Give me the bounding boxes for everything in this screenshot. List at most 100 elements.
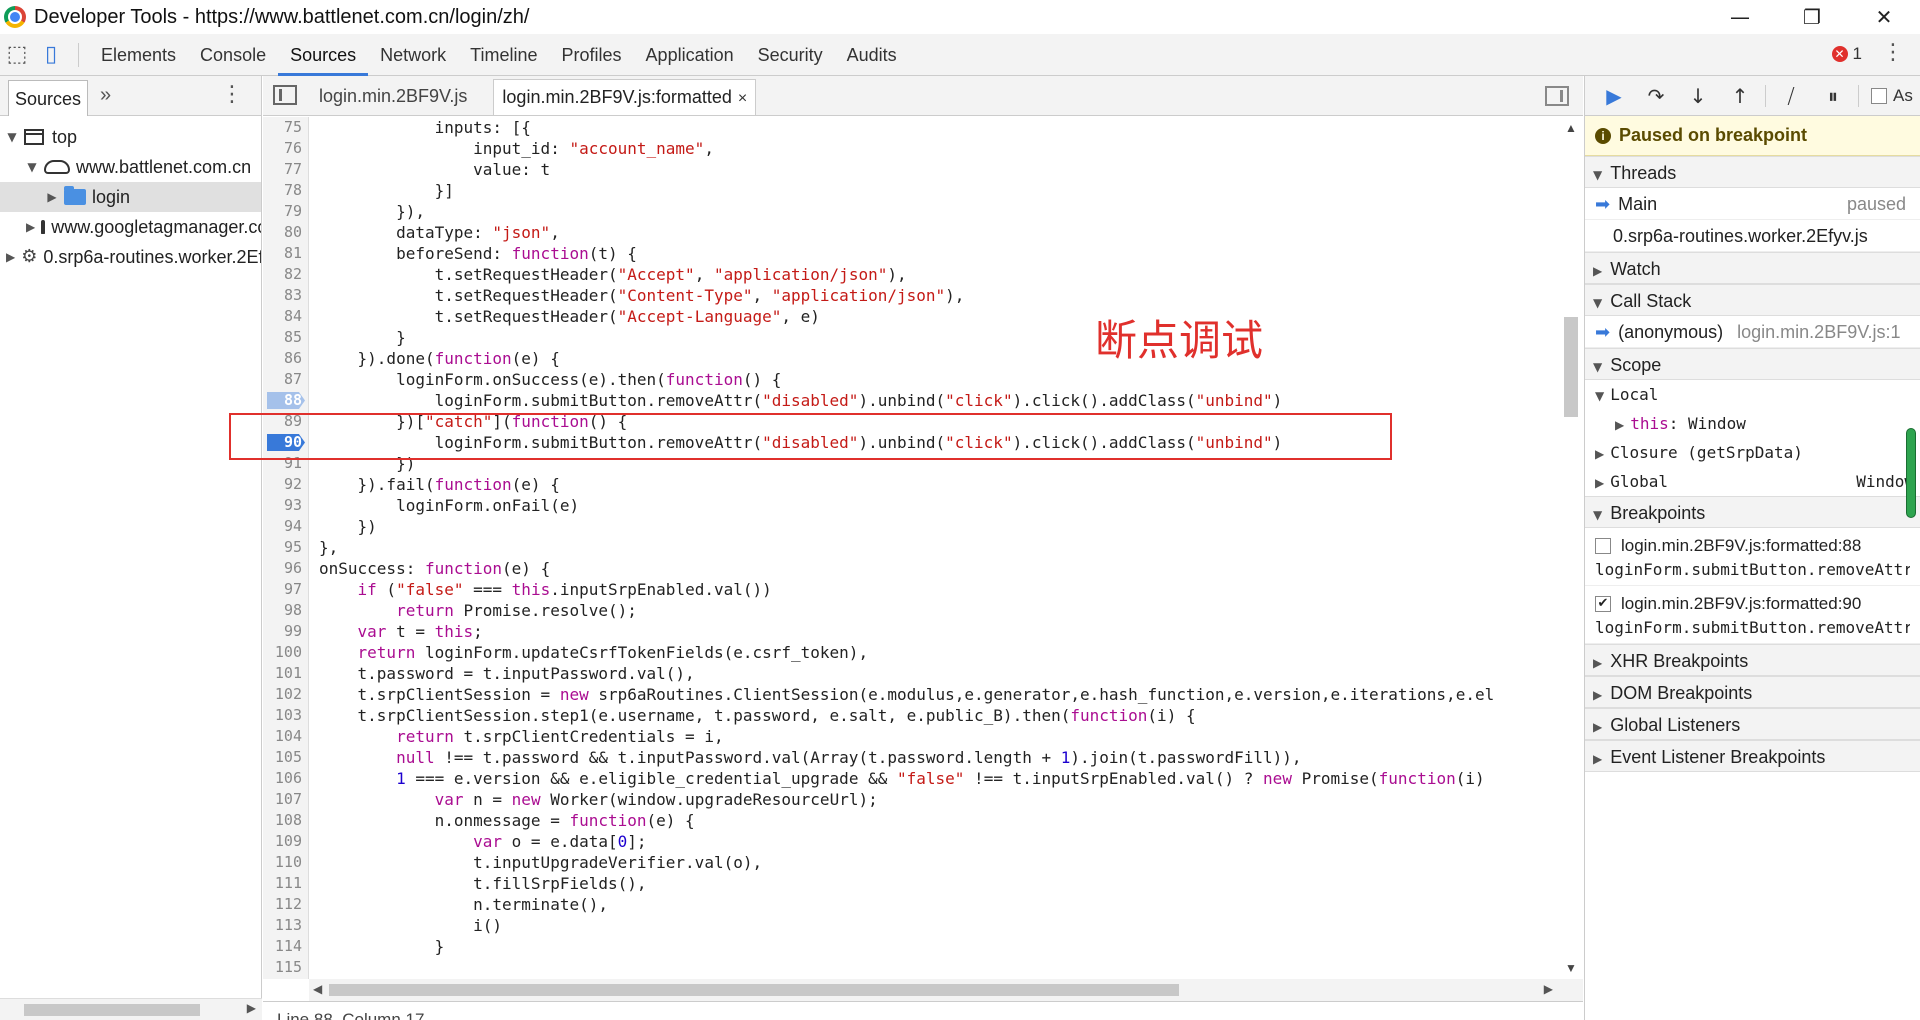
- expanded-triangle-icon[interactable]: ▼: [26, 152, 38, 182]
- code-line[interactable]: 104 return t.srpClientCredentials = i,: [263, 726, 1559, 747]
- code-line[interactable]: 114 }: [263, 936, 1559, 957]
- line-number[interactable]: 110: [263, 852, 309, 873]
- code-line[interactable]: 83 t.setRequestHeader("Content-Type", "a…: [263, 285, 1559, 306]
- call-frame-location[interactable]: login.min.2BF9V.js:1: [1737, 322, 1900, 342]
- collapsed-triangle-icon[interactable]: ▶: [6, 242, 15, 272]
- scope-scrollbar-thumb[interactable]: [1906, 428, 1916, 518]
- line-number[interactable]: 83: [263, 285, 309, 306]
- line-number[interactable]: 96: [263, 558, 309, 579]
- line-number[interactable]: 95: [263, 537, 309, 558]
- breakpoint-marker[interactable]: 88: [263, 390, 309, 411]
- tab-timeline[interactable]: Timeline: [458, 34, 549, 76]
- code-line[interactable]: 96 onSuccess: function(e) {: [263, 558, 1559, 579]
- line-number[interactable]: 76: [263, 138, 309, 159]
- scope-global[interactable]: ▶ Global Window: [1585, 467, 1920, 496]
- thread-item[interactable]: 0.srp6a-routines.worker.2Efyv.js: [1585, 220, 1920, 252]
- scroll-right-icon[interactable]: ▶: [1544, 982, 1553, 996]
- line-number[interactable]: 115: [263, 957, 309, 978]
- step-over-icon[interactable]: ↷: [1635, 80, 1677, 112]
- line-number[interactable]: 92: [263, 474, 309, 495]
- tab-profiles[interactable]: Profiles: [550, 34, 634, 76]
- line-number[interactable]: 91: [263, 453, 309, 474]
- minimize-button[interactable]: —: [1704, 0, 1776, 34]
- scope-this[interactable]: ▶ this: Window: [1585, 409, 1920, 438]
- code-line[interactable]: 98 return Promise.resolve();: [263, 600, 1559, 621]
- line-number[interactable]: 86: [263, 348, 309, 369]
- tab-audits[interactable]: Audits: [835, 34, 909, 76]
- code-line[interactable]: 95},: [263, 537, 1559, 558]
- scroll-right-icon[interactable]: ▶: [247, 1001, 256, 1015]
- line-number[interactable]: 84: [263, 306, 309, 327]
- code-line[interactable]: 112 n.terminate(),: [263, 894, 1559, 915]
- line-number[interactable]: 109: [263, 831, 309, 852]
- line-number[interactable]: 98: [263, 600, 309, 621]
- tab-security[interactable]: Security: [746, 34, 835, 76]
- breakpoint-checkbox[interactable]: ✔: [1595, 596, 1611, 612]
- line-number[interactable]: 113: [263, 915, 309, 936]
- close-tab-icon[interactable]: ×: [738, 90, 747, 107]
- line-number[interactable]: 102: [263, 684, 309, 705]
- collapsed-triangle-icon[interactable]: ▶: [46, 182, 58, 212]
- section-watch[interactable]: ▶ Watch: [1585, 252, 1920, 284]
- more-tabs-icon[interactable]: »: [100, 84, 111, 107]
- code-line[interactable]: 90 loginForm.submitButton.removeAttr("di…: [263, 432, 1559, 453]
- restore-button[interactable]: ❐: [1776, 0, 1848, 34]
- line-number[interactable]: 106: [263, 768, 309, 789]
- toggle-navigator-icon[interactable]: [273, 85, 297, 105]
- toggle-debugger-icon[interactable]: [1545, 86, 1569, 106]
- code-line[interactable]: 99 var t = this;: [263, 621, 1559, 642]
- line-number[interactable]: 75: [263, 117, 309, 138]
- line-number[interactable]: 104: [263, 726, 309, 747]
- code-line[interactable]: 79 }),: [263, 201, 1559, 222]
- code-line[interactable]: 89 })["catch"](function() {: [263, 411, 1559, 432]
- line-number[interactable]: 93: [263, 495, 309, 516]
- line-number[interactable]: 85: [263, 327, 309, 348]
- code-line[interactable]: 108 n.onmessage = function(e) {: [263, 810, 1559, 831]
- code-line[interactable]: 100 return loginForm.updateCsrfTokenFiel…: [263, 642, 1559, 663]
- breakpoint-item[interactable]: ✔ login.min.2BF9V.js:formatted:90 loginFor…: [1585, 586, 1920, 644]
- customize-menu-icon[interactable]: ⋮: [1882, 40, 1904, 65]
- section-xhr-breakpoints[interactable]: ▶ XHR Breakpoints: [1585, 644, 1920, 676]
- code-line[interactable]: 78 }]: [263, 180, 1559, 201]
- line-number[interactable]: 78: [263, 180, 309, 201]
- code-area[interactable]: 75 inputs: [{76 input_id: "account_name"…: [263, 117, 1559, 979]
- line-number[interactable]: 114: [263, 936, 309, 957]
- section-event-listener-breakpoints[interactable]: ▶ Event Listener Breakpoints: [1585, 740, 1920, 772]
- breakpoint-checkbox[interactable]: [1595, 538, 1611, 554]
- pause-on-exceptions-icon[interactable]: ⏸: [1812, 80, 1854, 112]
- code-line[interactable]: 101 t.password = t.inputPassword.val(),: [263, 663, 1559, 684]
- section-breakpoints[interactable]: ▼ Breakpoints: [1585, 496, 1920, 528]
- code-line[interactable]: 82 t.setRequestHeader("Accept", "applica…: [263, 264, 1559, 285]
- editor-tab[interactable]: login.min.2BF9V.js: [311, 79, 475, 115]
- scrollbar-thumb[interactable]: [24, 1004, 200, 1016]
- code-line[interactable]: 113 i(): [263, 915, 1559, 936]
- code-line[interactable]: 75 inputs: [{: [263, 117, 1559, 138]
- code-line[interactable]: 92 }).fail(function(e) {: [263, 474, 1559, 495]
- editor-tab[interactable]: login.min.2BF9V.js:formatted ×: [493, 79, 757, 115]
- line-number[interactable]: 80: [263, 222, 309, 243]
- scroll-left-icon[interactable]: ◀: [313, 982, 322, 996]
- editor-vertical-scrollbar[interactable]: ▲ ▼: [1559, 117, 1583, 979]
- inspect-element-icon[interactable]: ⬚: [0, 38, 34, 72]
- breakpoint-marker[interactable]: 90: [263, 432, 309, 453]
- tab-sources[interactable]: Sources: [278, 34, 369, 76]
- tab-application[interactable]: Application: [634, 34, 746, 76]
- device-mode-icon[interactable]: ▯: [34, 38, 68, 72]
- code-line[interactable]: 87 loginForm.onSuccess(e).then(function(…: [263, 369, 1559, 390]
- scroll-up-icon[interactable]: ▲: [1565, 121, 1577, 135]
- collapsed-triangle-icon[interactable]: ▶: [26, 212, 35, 242]
- line-number[interactable]: 81: [263, 243, 309, 264]
- deactivate-breakpoints-icon[interactable]: ⧸: [1770, 80, 1812, 112]
- section-threads[interactable]: ▼ Threads: [1585, 156, 1920, 188]
- code-line[interactable]: 97 if ("false" === this.inputSrpEnabled.…: [263, 579, 1559, 600]
- code-line[interactable]: 76 input_id: "account_name",: [263, 138, 1559, 159]
- async-checkbox[interactable]: [1871, 87, 1887, 104]
- code-line[interactable]: 88 loginForm.submitButton.removeAttr("di…: [263, 390, 1559, 411]
- code-line[interactable]: 102 t.srpClientSession = new srp6aRoutin…: [263, 684, 1559, 705]
- scroll-down-icon[interactable]: ▼: [1565, 961, 1577, 975]
- line-number[interactable]: 101: [263, 663, 309, 684]
- tree-node[interactable]: ▶ ⚙0.srp6a-routines.worker.2Efyv.js: [0, 242, 261, 272]
- line-number[interactable]: 100: [263, 642, 309, 663]
- navigator-menu-icon[interactable]: ⋮: [221, 82, 243, 107]
- close-window-button[interactable]: ✕: [1848, 0, 1920, 34]
